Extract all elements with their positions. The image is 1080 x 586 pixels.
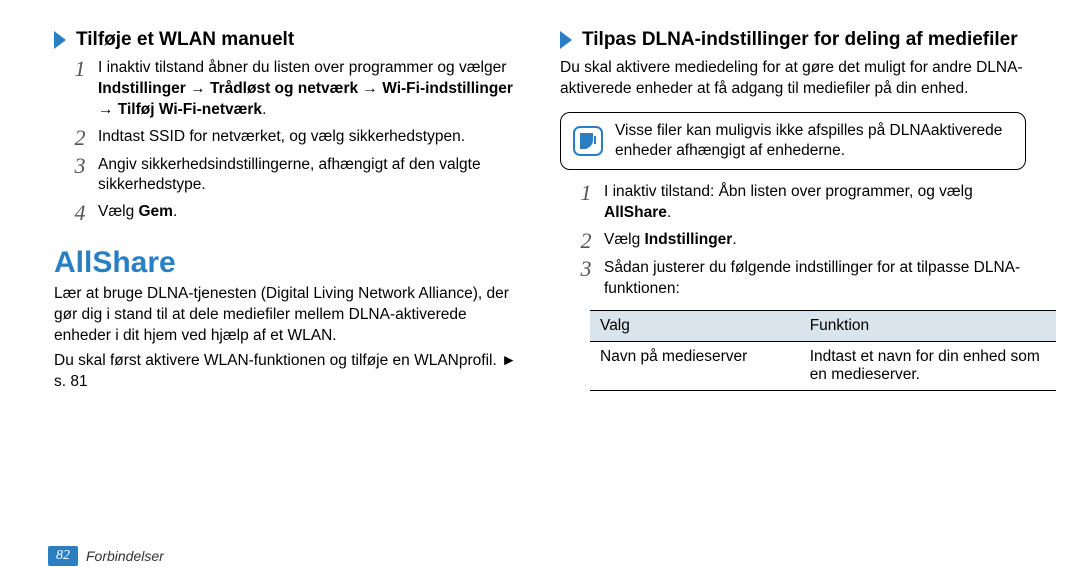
step1-tail: . [262,101,266,118]
left-step-4: 4 Vælg Gem. [72,202,520,224]
allshare-para2: Du skal først aktivere WLAN-funktionen o… [54,351,520,393]
right-step-2: 2 Vælg Indstillinger. [578,230,1026,252]
page-footer: 82 Forbindelser [48,546,164,566]
right-subheading: Tilpas DLNA-indstillinger for deling af … [560,28,1026,52]
chevron-right-icon [54,31,68,49]
allshare-title: AllShare [54,246,520,280]
allshare-para1: Lær at bruge DLNA-tjenesten (Digital Liv… [54,284,520,347]
rstep1-tail: . [667,204,671,221]
right-step-1: 1 I inaktiv tilstand: Åbn listen over pr… [578,182,1026,224]
step-number: 4 [72,202,88,224]
note-box: Visse filer kan muligvis ikke afspilles … [560,112,1026,170]
step-number: 1 [578,182,594,224]
chevron-right-icon [560,31,574,49]
step-number: 2 [72,127,88,149]
step-number: 3 [578,258,594,300]
right-heading-text: Tilpas DLNA-indstillinger for deling af … [582,28,1018,52]
left-subheading: Tilføje et WLAN manuelt [54,28,520,52]
table-cell-function: Indtast et navn for din enhed som en med… [800,341,1056,390]
left-step-1: 1 I inaktiv tilstand åbner du listen ove… [72,58,520,121]
step1-bold: Indstillinger → Trådløst og netværk → Wi… [98,80,513,118]
left-step-2: 2 Indtast SSID for netværket, og vælg si… [72,127,520,149]
step4-bold: Gem [139,203,173,220]
rstep2-text: Vælg [604,231,645,248]
note-text: Visse filer kan muligvis ikke afspilles … [615,121,1013,161]
note-icon [573,126,603,156]
rstep3-text: Sådan justerer du følgende indstillinger… [604,258,1026,300]
table-header-funktion: Funktion [800,310,1056,341]
step4-text: Vælg [98,203,139,220]
step-number: 1 [72,58,88,121]
right-intro: Du skal aktivere mediedeling for at gøre… [560,58,1026,100]
left-heading-text: Tilføje et WLAN manuelt [76,28,294,52]
rstep2-bold: Indstillinger [645,231,733,248]
step-number: 2 [578,230,594,252]
rstep1-text: I inaktiv tilstand: Åbn listen over prog… [604,183,973,200]
left-step-3: 3 Angiv sikkerhedsindstillingerne, afhæn… [72,155,520,197]
table-header-row: Valg Funktion [590,310,1056,341]
rstep1-bold: AllShare [604,204,667,221]
rstep2-tail: . [732,231,736,248]
step3-text: Angiv sikkerhedsindstillingerne, afhængi… [98,155,520,197]
settings-table: Valg Funktion Navn på medieserver Indtas… [590,310,1056,391]
table-header-valg: Valg [590,310,800,341]
section-name: Forbindelser [86,548,164,564]
step2-text: Indtast SSID for netværket, og vælg sikk… [98,127,520,149]
step-number: 3 [72,155,88,197]
step1-text: I inaktiv tilstand åbner du listen over … [98,59,506,76]
page-number: 82 [48,546,78,566]
table-cell-option: Navn på medieserver [590,341,800,390]
step4-tail: . [173,203,177,220]
table-row: Navn på medieserver Indtast et navn for … [590,341,1056,390]
right-step-3: 3 Sådan justerer du følgende indstilling… [578,258,1026,300]
